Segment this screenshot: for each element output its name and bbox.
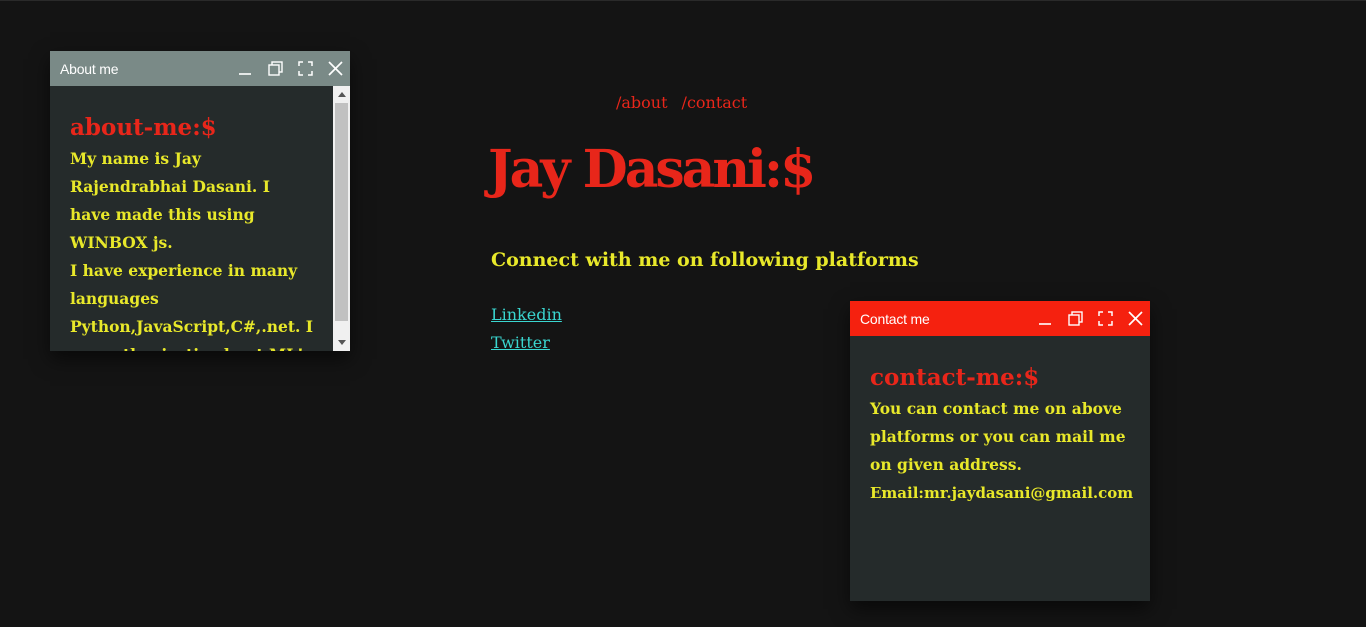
scroll-down-arrow-icon[interactable] (333, 334, 350, 351)
connect-heading: Connect with me on following platforms (491, 249, 919, 271)
linkedin-link[interactable]: Linkedin (491, 301, 562, 329)
about-window-title: About me (60, 60, 119, 77)
minimize-icon[interactable] (1030, 301, 1060, 336)
minimize-icon[interactable] (230, 51, 260, 86)
about-window-scrollbar[interactable] (333, 86, 350, 351)
fullscreen-icon[interactable] (1090, 301, 1120, 336)
about-heading: about-me:$ (70, 114, 217, 141)
contact-window-content: contact-me:$ You can contact me on above… (850, 336, 1150, 507)
contact-window-body: contact-me:$ You can contact me on above… (850, 336, 1150, 601)
nav-link-about[interactable]: /about (616, 93, 668, 112)
restore-icon[interactable] (260, 51, 290, 86)
about-window-titlebar[interactable]: About me (50, 51, 350, 86)
scroll-up-arrow-icon[interactable] (333, 86, 350, 103)
about-window-body: about-me:$ My name is Jay Rajendrabhai D… (50, 86, 350, 351)
contact-text: You can contact me on above platforms or… (870, 395, 1136, 507)
close-icon[interactable] (320, 51, 350, 86)
contact-window-titlebar[interactable]: Contact me (850, 301, 1150, 336)
about-paragraph: I have experience in many languages Pyth… (70, 261, 314, 351)
about-window[interactable]: About me about-me:$ My name is Jay Rajen… (50, 51, 350, 351)
restore-icon[interactable] (1060, 301, 1090, 336)
nav-link-contact[interactable]: /contact (682, 93, 748, 112)
about-text: My name is Jay Rajendrabhai Dasani. I ha… (70, 145, 314, 351)
close-icon[interactable] (1120, 301, 1150, 336)
contact-paragraph: You can contact me on above platforms or… (870, 399, 1126, 474)
page-title: Jay Dasani:$ (488, 139, 816, 200)
social-links: Linkedin Twitter (491, 301, 562, 357)
about-window-content: about-me:$ My name is Jay Rajendrabhai D… (50, 86, 350, 351)
contact-window-controls (1030, 301, 1150, 336)
fullscreen-icon[interactable] (290, 51, 320, 86)
contact-heading: contact-me:$ (870, 364, 1040, 391)
scrollbar-thumb[interactable] (335, 103, 348, 321)
top-nav: /about /contact (616, 93, 747, 112)
twitter-link[interactable]: Twitter (491, 329, 562, 357)
about-window-controls (230, 51, 350, 86)
contact-window[interactable]: Contact me contact-me:$ You can contact … (850, 301, 1150, 601)
contact-window-title: Contact me (860, 310, 930, 327)
about-paragraph: My name is Jay Rajendrabhai Dasani. I ha… (70, 149, 270, 252)
contact-email: Email:mr.jaydasani@gmail.com (870, 484, 1134, 502)
